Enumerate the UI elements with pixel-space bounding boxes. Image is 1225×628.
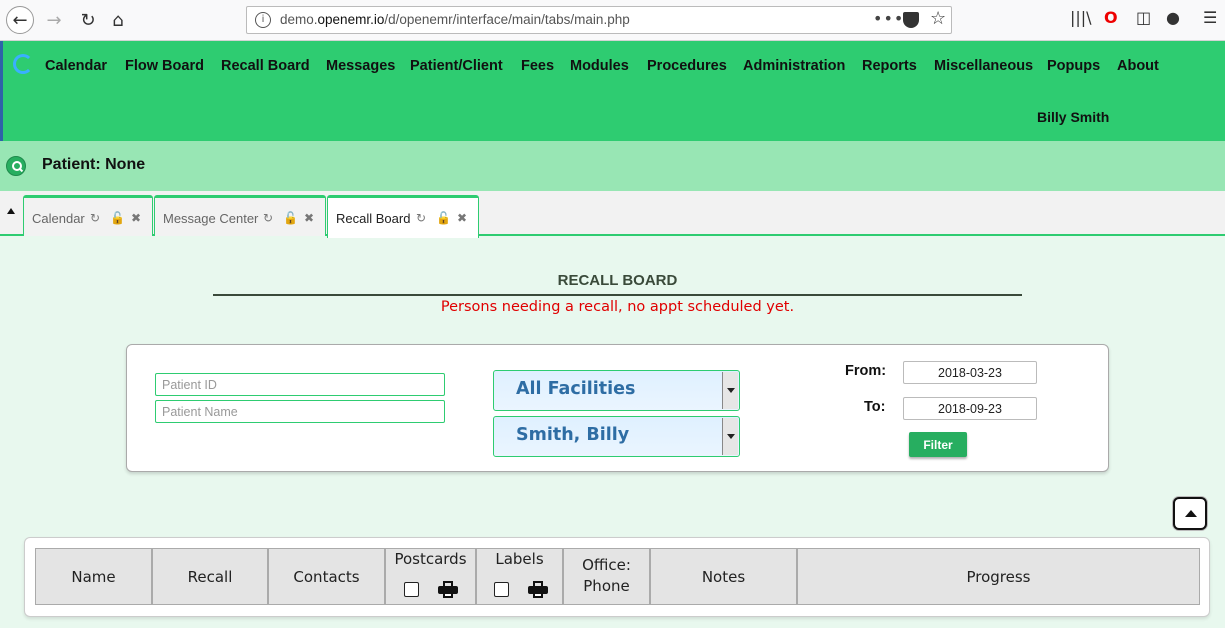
loading-spinner-icon <box>13 54 33 74</box>
menu-calendar[interactable]: Calendar <box>45 58 107 74</box>
provider-select[interactable]: Smith, Billy <box>493 416 740 457</box>
filter-button[interactable]: Filter <box>909 432 967 457</box>
tab-label: Recall Board <box>336 211 411 226</box>
chevron-down-icon[interactable] <box>722 372 738 409</box>
from-label: From: <box>845 363 887 379</box>
main-navigation: Calendar Flow Board Recall Board Message… <box>0 41 1225 141</box>
menu-modules[interactable]: Modules <box>570 58 629 74</box>
to-date-input[interactable] <box>903 397 1037 420</box>
unlock-icon[interactable]: 🔓 <box>283 211 298 225</box>
column-header-postcards: Postcards <box>385 548 476 605</box>
patient-label: Patient: None <box>42 156 146 173</box>
tab-recall-board[interactable]: Recall Board ↻ 🔓 ✖ <box>327 195 479 238</box>
header-label: Office: Phone <box>582 556 631 595</box>
recall-table: Name Recall Contacts Postcards Labels Of… <box>24 537 1210 617</box>
patient-name-input[interactable] <box>155 400 445 423</box>
menu-administration[interactable]: Administration <box>743 58 845 74</box>
tab-calendar[interactable]: Calendar ↻ 🔓 ✖ <box>23 195 153 236</box>
provider-selected-value: Smith, Billy <box>516 425 630 445</box>
header-label: Notes <box>701 568 746 586</box>
menu-miscellaneous[interactable]: Miscellaneous <box>934 58 1033 74</box>
unlock-icon[interactable]: 🔓 <box>436 211 451 225</box>
back-arrow-icon[interactable]: ← <box>6 6 34 34</box>
filter-panel: All Facilities Smith, Billy From: To: Fi… <box>126 344 1109 472</box>
extension-icon[interactable]: ● <box>1166 8 1180 27</box>
library-icon[interactable]: |||\ <box>1070 8 1092 27</box>
facility-select[interactable]: All Facilities <box>493 370 740 411</box>
reload-icon[interactable]: ↻ <box>74 6 102 34</box>
url-bar[interactable]: i demo.openemr.io/d/openemr/interface/ma… <box>246 6 952 34</box>
column-header-progress[interactable]: Progress <box>797 548 1200 605</box>
header-label: Name <box>71 568 116 586</box>
header-label: Contacts <box>293 568 360 586</box>
column-header-labels: Labels <box>476 548 563 605</box>
tab-message-center[interactable]: Message Center ↻ 🔓 ✖ <box>154 195 326 236</box>
tab-label: Message Center <box>163 211 259 226</box>
hamburger-menu-icon[interactable]: ☰ <box>1203 8 1217 27</box>
menu-popups[interactable]: Popups <box>1047 58 1100 74</box>
close-icon[interactable]: ✖ <box>304 211 314 225</box>
page-title: RECALL BOARD <box>557 272 678 289</box>
to-label: To: <box>864 399 886 415</box>
bookmark-star-icon[interactable]: ☆ <box>930 8 946 29</box>
close-icon[interactable]: ✖ <box>457 211 467 225</box>
patient-id-input[interactable] <box>155 373 445 396</box>
home-icon[interactable]: ⌂ <box>104 6 132 34</box>
menu-flow-board[interactable]: Flow Board <box>125 58 204 74</box>
collapse-panel-button[interactable] <box>1173 497 1207 530</box>
column-header-contacts[interactable]: Contacts <box>268 548 385 605</box>
menu-fees[interactable]: Fees <box>521 58 554 74</box>
from-date-input[interactable] <box>903 361 1037 384</box>
header-label: Progress <box>966 568 1031 586</box>
postcards-select-all-checkbox[interactable] <box>404 582 419 597</box>
title-divider <box>213 294 1022 296</box>
close-icon[interactable]: ✖ <box>131 211 141 225</box>
patient-bar: Patient: None <box>0 141 1225 191</box>
labels-select-all-checkbox[interactable] <box>494 582 509 597</box>
column-header-name[interactable]: Name <box>35 548 152 605</box>
page-actions-icon[interactable]: ••• <box>873 9 904 28</box>
header-label: Postcards <box>394 550 467 568</box>
header-label: Labels <box>495 550 544 568</box>
menu-about[interactable]: About <box>1117 58 1159 74</box>
pocket-icon[interactable] <box>903 12 919 28</box>
tabs-bar: Calendar ↻ 🔓 ✖ Message Center ↻ 🔓 ✖ Reca… <box>0 191 1225 238</box>
sidebar-icon[interactable]: ◫ <box>1136 8 1151 27</box>
tabs-collapse-icon[interactable] <box>7 208 15 214</box>
chevron-down-icon[interactable] <box>722 418 738 455</box>
tab-label: Calendar <box>32 211 85 226</box>
printer-icon[interactable] <box>438 581 458 599</box>
menu-reports[interactable]: Reports <box>862 58 917 74</box>
column-header-office-phone[interactable]: Office: Phone <box>563 548 650 605</box>
url-text[interactable]: demo.openemr.io/d/openemr/interface/main… <box>280 12 630 27</box>
refresh-icon[interactable]: ↻ <box>90 211 100 225</box>
forward-arrow-icon[interactable]: → <box>40 6 68 34</box>
site-info-icon[interactable]: i <box>255 12 271 28</box>
refresh-icon[interactable]: ↻ <box>263 211 273 225</box>
menu-procedures[interactable]: Procedures <box>647 58 727 74</box>
patient-search-icon[interactable] <box>6 156 26 176</box>
printer-icon[interactable] <box>528 581 548 599</box>
menu-recall-board[interactable]: Recall Board <box>221 58 310 74</box>
refresh-icon[interactable]: ↻ <box>416 211 426 225</box>
column-header-recall[interactable]: Recall <box>152 548 268 605</box>
unlock-icon[interactable]: 🔓 <box>110 211 125 225</box>
menu-messages[interactable]: Messages <box>326 58 395 74</box>
header-label: Recall <box>187 568 233 586</box>
browser-toolbar: ← → ↻ ⌂ i demo.openemr.io/d/openemr/inte… <box>0 0 1225 41</box>
page-subtitle: Persons needing a recall, no appt schedu… <box>440 299 795 315</box>
user-menu[interactable]: Billy Smith <box>1037 109 1109 125</box>
opera-icon[interactable]: O <box>1104 8 1118 27</box>
menu-patient-client[interactable]: Patient/Client <box>410 58 503 74</box>
facility-selected-value: All Facilities <box>516 379 636 399</box>
column-header-notes[interactable]: Notes <box>650 548 797 605</box>
